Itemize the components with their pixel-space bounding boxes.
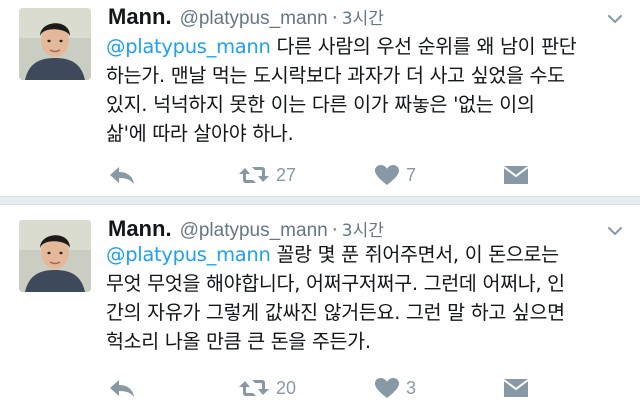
retweet-icon	[239, 380, 269, 396]
envelope-icon	[503, 379, 529, 397]
direct-message-button[interactable]	[503, 373, 529, 403]
tweet[interactable]: Mann. @platypus_mann · 3시간 @platypus_man…	[0, 205, 640, 412]
reply-button[interactable]	[108, 160, 136, 190]
like-count: 7	[406, 164, 417, 185]
tweet-line-3: 간의 자유가 그렇게 값싸진 않거든요. 그런 말 하고 싶으면	[106, 301, 565, 324]
author-name[interactable]: Mann.	[108, 216, 172, 242]
tweet-text: @platypus_mann 다른 사람의 우선 순위를 왜 남이 판단 하는가…	[106, 32, 616, 148]
tweet-text: @platypus_mann 꼴랑 몇 푼 쥐어주면서, 이 돈으로는 무엇 무…	[106, 240, 616, 356]
tweet-actions: 20 3	[0, 373, 640, 403]
author-handle[interactable]: @platypus_mann	[180, 220, 328, 242]
like-button[interactable]: 3	[374, 373, 416, 403]
tweet-line-3: 있지. 넉넉하지 못한 이는 다른 이가 짜놓은 '없는 이의	[106, 93, 535, 116]
mention-link[interactable]: @platypus_mann	[106, 35, 271, 58]
tweet-line-1: @platypus_mann 다른 사람의 우선 순위를 왜 남이 판단	[106, 35, 577, 58]
tweet-line-4: 헉소리 나올 만큼 큰 돈을 주든가.	[106, 330, 371, 353]
separator-dot: ·	[331, 219, 338, 241]
retweet-icon	[239, 167, 269, 183]
heart-icon	[375, 378, 399, 398]
reply-icon	[110, 167, 134, 184]
direct-message-button[interactable]	[503, 160, 529, 190]
tweet-line-2: 하는가. 맨날 먹는 도시락보다 과자가 더 사고 싶었을 수도	[106, 64, 565, 87]
tweet-line-1: @platypus_mann 꼴랑 몇 푼 쥐어주면서, 이 돈으로는	[106, 243, 559, 266]
timestamp[interactable]: 3시간	[342, 4, 384, 29]
heart-icon	[375, 165, 399, 185]
chevron-down-icon[interactable]	[608, 226, 622, 236]
like-button[interactable]: 7	[374, 160, 416, 190]
retweet-button[interactable]: 20	[238, 373, 296, 403]
retweet-count: 27	[276, 164, 297, 185]
tweet-line-2: 무엇 무엇을 해야합니다, 어쩌구저쩌구. 그런데 어쩌나, 인	[106, 272, 565, 295]
separator-dot: ·	[331, 7, 338, 29]
author-name[interactable]: Mann.	[108, 4, 172, 30]
chevron-down-icon[interactable]	[608, 14, 622, 24]
tweet[interactable]: Mann. @platypus_mann · 3시간 @platypus_man…	[0, 0, 640, 196]
reply-button[interactable]	[108, 373, 136, 403]
avatar[interactable]	[19, 220, 91, 292]
reply-icon	[110, 380, 134, 397]
envelope-icon	[503, 166, 529, 184]
author-handle[interactable]: @platypus_mann	[180, 8, 328, 30]
tweet-header: Mann. @platypus_mann · 3시간	[108, 4, 384, 32]
tweet-line-4: 삶'에 따라 살아야 하나.	[106, 122, 294, 145]
retweet-count: 20	[276, 377, 297, 398]
like-count: 3	[406, 377, 417, 398]
tweet-actions: 27 7	[0, 160, 640, 190]
avatar[interactable]	[19, 8, 91, 80]
mention-link[interactable]: @platypus_mann	[106, 243, 271, 266]
retweet-button[interactable]: 27	[238, 160, 296, 190]
timestamp[interactable]: 3시간	[342, 216, 384, 241]
tweet-divider	[0, 196, 640, 205]
